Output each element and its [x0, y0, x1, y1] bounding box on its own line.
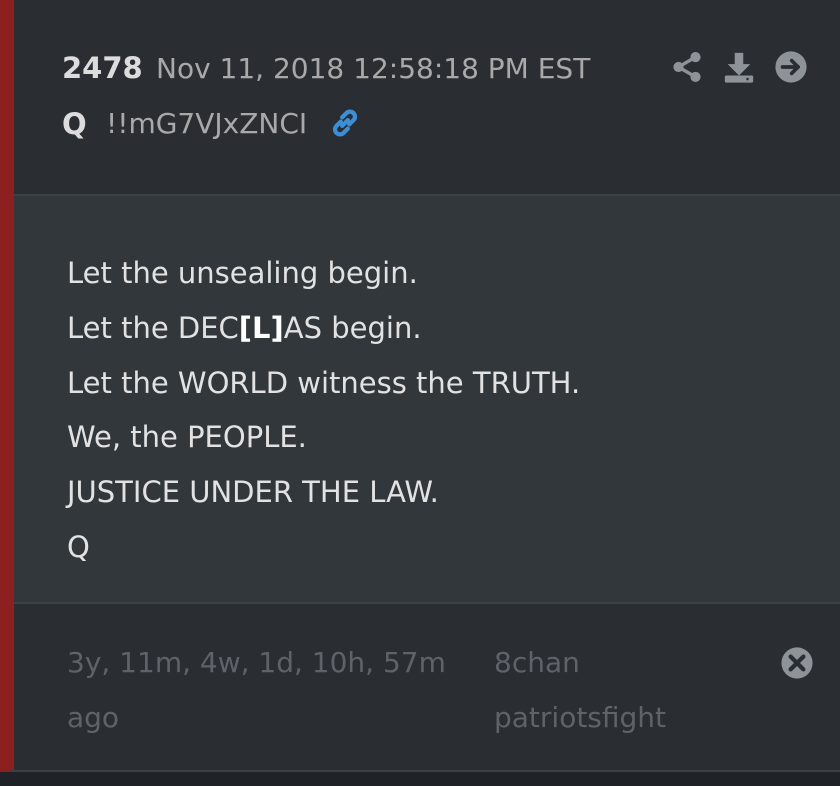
post-source-line-1[interactable]: 8chan: [494, 646, 580, 679]
goto-icon[interactable]: [774, 50, 808, 84]
post-line-2: Let the DEC[L]AS begin.: [67, 311, 422, 345]
post-footer: 3y, 11m, 4w, 1d, 10h, 57m ago 8chan patr…: [14, 604, 840, 770]
post-source-line-2[interactable]: patriotsfight: [494, 701, 666, 734]
post-number[interactable]: 2478: [62, 51, 143, 85]
share-icon[interactable]: [670, 50, 704, 84]
post-header: 2478 Nov 11, 2018 12:58:18 PM EST Q !!mG…: [14, 0, 840, 196]
post-age-line-1: 3y, 11m, 4w, 1d, 10h, 57m: [67, 646, 446, 679]
post-line-1: Let the unsealing begin.: [67, 256, 418, 290]
post-line-4: We, the PEOPLE.: [67, 420, 307, 454]
post-line-5: JUSTICE UNDER THE LAW.: [67, 475, 439, 509]
post-age-line-2: ago: [67, 701, 120, 734]
post-timestamp: Nov 11, 2018 12:58:18 PM EST: [156, 52, 591, 85]
post-line-2-bold: [L]: [238, 311, 284, 345]
post-line-2-end: AS begin.: [283, 311, 422, 345]
close-icon[interactable]: [780, 646, 814, 680]
post-signature: Q: [67, 530, 90, 564]
post-line-2-start: Let the DEC: [67, 311, 239, 345]
q-post-card: 2478 Nov 11, 2018 12:58:18 PM EST Q !!mG…: [0, 0, 840, 772]
post-line-3: Let the WORLD witness the TRUTH.: [67, 366, 581, 400]
download-icon[interactable]: [722, 50, 756, 84]
post-author: Q: [62, 107, 87, 141]
post-body: Let the unsealing begin. Let the DEC[L]A…: [14, 196, 840, 604]
post-tripcode: !!mG7VJxZNCI: [106, 107, 308, 140]
link-icon[interactable]: [328, 106, 362, 140]
